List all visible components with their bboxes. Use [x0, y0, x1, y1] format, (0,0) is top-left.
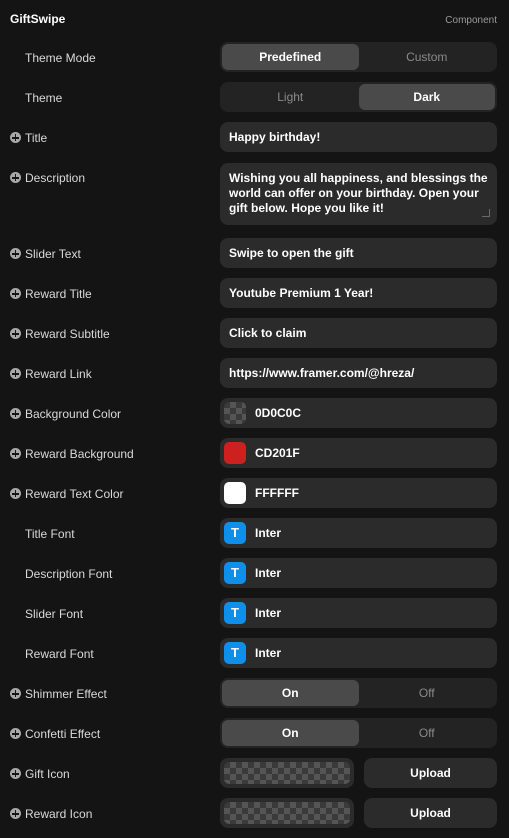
font-icon: T [224, 522, 246, 544]
description-font-label: Description Font [25, 567, 113, 581]
title-label: Title [25, 131, 48, 145]
gift-icon-upload-button[interactable]: Upload [364, 758, 497, 788]
theme-mode-custom-option[interactable]: Custom [359, 44, 496, 70]
reward-title-label: Reward Title [25, 287, 92, 301]
shimmer-on-option[interactable]: On [222, 680, 359, 706]
shimmer-effect-label: Shimmer Effect [25, 687, 107, 701]
empty-image-placeholder [224, 802, 350, 824]
title-font-label: Title Font [25, 527, 75, 541]
background-color-swatch[interactable] [224, 402, 246, 424]
confetti-off-option[interactable]: Off [359, 720, 496, 746]
font-icon: T [224, 602, 246, 624]
reward-text-color-label: Reward Text Color [25, 487, 124, 501]
theme-label: Theme [25, 91, 63, 105]
reward-text-color-picker[interactable]: FFFFFF [220, 478, 497, 508]
reward-subtitle-input[interactable]: Click to claim [220, 318, 497, 348]
reward-background-picker[interactable]: CD201F [220, 438, 497, 468]
background-color-value[interactable]: 0D0C0C [255, 406, 301, 420]
theme-dark-option[interactable]: Dark [358, 84, 495, 110]
reward-icon-label: Reward Icon [25, 807, 93, 821]
font-icon: T [224, 562, 246, 584]
plus-icon[interactable] [10, 368, 21, 379]
theme-mode-segmented: Predefined Custom [220, 42, 497, 72]
slider-text-label: Slider Text [25, 247, 81, 261]
plus-icon[interactable] [10, 688, 21, 699]
reward-link-label: Reward Link [25, 367, 92, 381]
title-input[interactable]: Happy birthday! [220, 122, 497, 152]
reward-background-swatch[interactable] [224, 442, 246, 464]
slider-font-value: Inter [255, 606, 282, 620]
reward-background-value[interactable]: CD201F [255, 446, 300, 460]
gift-icon-image-well[interactable] [220, 758, 354, 788]
slider-text-input[interactable]: Swipe to open the gift [220, 238, 497, 268]
description-textarea[interactable]: Wishing you all happiness, and blessings… [220, 163, 497, 225]
theme-light-option[interactable]: Light [222, 84, 359, 110]
plus-icon[interactable] [10, 248, 21, 259]
slider-font-label: Slider Font [25, 607, 84, 621]
description-line: gift below. Hope you like it! [229, 201, 384, 215]
plus-icon[interactable] [10, 288, 21, 299]
reward-font-picker[interactable]: T Inter [220, 638, 497, 668]
reward-font-value: Inter [255, 646, 282, 660]
background-color-picker[interactable]: 0D0C0C [220, 398, 497, 428]
reward-text-color-value[interactable]: FFFFFF [255, 486, 299, 500]
plus-icon[interactable] [10, 172, 21, 183]
confetti-effect-segmented: On Off [220, 718, 497, 748]
panel-header: GiftSwipe Component [0, 0, 509, 40]
title-font-value: Inter [255, 526, 282, 540]
background-color-label: Background Color [25, 407, 122, 421]
confetti-effect-label: Confetti Effect [25, 727, 101, 741]
plus-icon[interactable] [10, 328, 21, 339]
reward-text-color-swatch[interactable] [224, 482, 246, 504]
empty-image-placeholder [224, 762, 350, 784]
title-font-picker[interactable]: T Inter [220, 518, 497, 548]
description-font-value: Inter [255, 566, 282, 580]
gift-icon-label: Gift Icon [25, 767, 70, 781]
theme-mode-label: Theme Mode [25, 51, 96, 65]
reward-icon-upload-button[interactable]: Upload [364, 798, 497, 828]
plus-icon[interactable] [10, 488, 21, 499]
description-label: Description [25, 171, 86, 185]
plus-icon[interactable] [10, 728, 21, 739]
shimmer-effect-segmented: On Off [220, 678, 497, 708]
component-title: GiftSwipe [10, 12, 66, 26]
plus-icon[interactable] [10, 448, 21, 459]
shimmer-off-option[interactable]: Off [359, 680, 496, 706]
plus-icon[interactable] [10, 132, 21, 143]
plus-icon[interactable] [10, 768, 21, 779]
reward-link-input[interactable]: https://www.framer.com/@hreza/ [220, 358, 497, 388]
reward-font-label: Reward Font [25, 647, 94, 661]
font-icon: T [224, 642, 246, 664]
reward-subtitle-label: Reward Subtitle [25, 327, 110, 341]
theme-segmented: Light Dark [220, 82, 497, 112]
description-line: world can offer on your birthday. Open y… [229, 186, 479, 200]
slider-font-picker[interactable]: T Inter [220, 598, 497, 628]
description-font-picker[interactable]: T Inter [220, 558, 497, 588]
resize-handle-icon[interactable] [482, 209, 490, 217]
description-line: Wishing you all happiness, and blessings… [229, 171, 488, 185]
reward-icon-image-well[interactable] [220, 798, 354, 828]
plus-icon[interactable] [10, 408, 21, 419]
plus-icon[interactable] [10, 808, 21, 819]
theme-mode-predefined-option[interactable]: Predefined [222, 44, 359, 70]
reward-title-input[interactable]: Youtube Premium 1 Year! [220, 278, 497, 308]
component-kind-label: Component [445, 15, 497, 26]
confetti-on-option[interactable]: On [222, 720, 359, 746]
reward-background-label: Reward Background [25, 447, 134, 461]
